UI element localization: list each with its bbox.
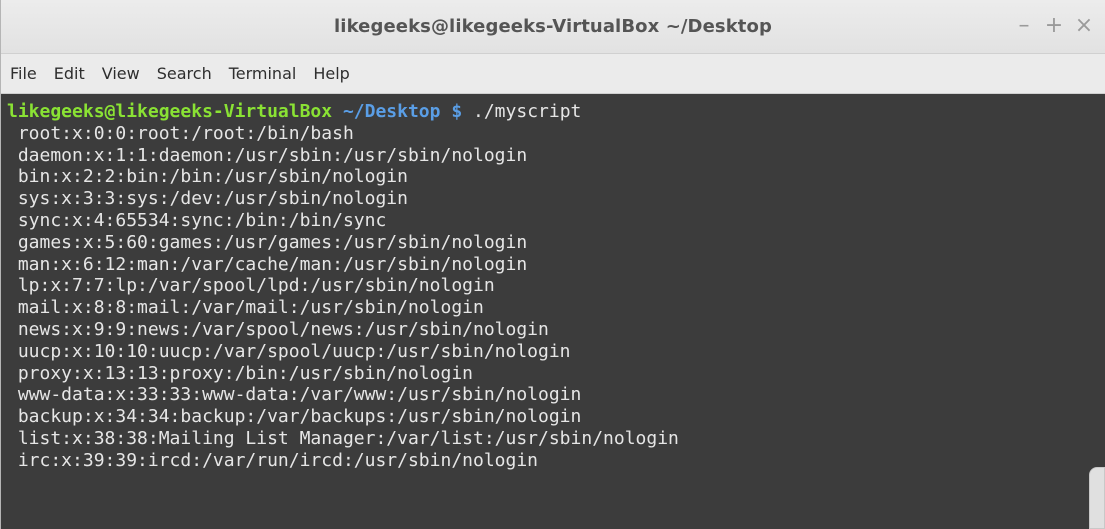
output-line: backup:x:34:34:backup:/var/backups:/usr/… <box>7 406 582 428</box>
prompt-user-host: likegeeks@likegeeks-VirtualBox <box>7 101 333 122</box>
menu-view[interactable]: View <box>102 64 140 83</box>
output-line: root:x:0:0:root:/root:/bin/bash <box>7 122 354 144</box>
close-button[interactable]: × <box>1071 10 1097 40</box>
terminal-window: likegeeks@likegeeks-VirtualBox ~/Desktop… <box>0 0 1105 529</box>
prompt-command: ./myscript <box>462 101 582 122</box>
menu-bar: File Edit View Search Terminal Help <box>1 54 1105 94</box>
output-line: proxy:x:13:13:proxy:/bin:/usr/sbin/nolog… <box>7 362 473 384</box>
output-line: sys:x:3:3:sys:/dev:/usr/sbin/nologin <box>7 188 408 210</box>
maximize-button[interactable]: + <box>1041 10 1067 40</box>
output-line: irc:x:39:39:ircd:/var/run/ircd:/usr/sbin… <box>7 449 539 471</box>
menu-file[interactable]: File <box>10 64 37 83</box>
output-line: uucp:x:10:10:uucp:/var/spool/uucp:/usr/s… <box>7 340 571 362</box>
scrollbar-handle[interactable] <box>1089 467 1105 529</box>
output-line: news:x:9:9:news:/var/spool/news:/usr/sbi… <box>7 318 549 340</box>
output-line: lp:x:7:7:lp:/var/spool/lpd:/usr/sbin/nol… <box>7 275 495 297</box>
prompt-path: ~/Desktop <box>332 101 441 122</box>
menu-search[interactable]: Search <box>157 64 212 83</box>
window-title: likegeeks@likegeeks-VirtualBox ~/Desktop <box>334 16 772 37</box>
window-controls: – + × <box>1011 10 1097 40</box>
prompt-symbol: $ <box>440 101 463 122</box>
output-line: list:x:38:38:Mailing List Manager:/var/l… <box>7 427 679 449</box>
menu-terminal[interactable]: Terminal <box>229 64 297 83</box>
title-bar[interactable]: likegeeks@likegeeks-VirtualBox ~/Desktop… <box>1 0 1105 54</box>
menu-edit[interactable]: Edit <box>54 64 85 83</box>
minimize-button[interactable]: – <box>1011 10 1037 40</box>
output-line: games:x:5:60:games:/usr/games:/usr/sbin/… <box>7 231 528 253</box>
output-line: man:x:6:12:man:/var/cache/man:/usr/sbin/… <box>7 253 528 275</box>
terminal-output-area[interactable]: likegeeks@likegeeks-VirtualBox ~/Desktop… <box>1 95 1105 529</box>
output-line: sync:x:4:65534:sync:/bin:/bin/sync <box>7 209 387 231</box>
menu-help[interactable]: Help <box>313 64 349 83</box>
output-line: daemon:x:1:1:daemon:/usr/sbin:/usr/sbin/… <box>7 144 528 166</box>
output-line: www-data:x:33:33:www-data:/var/www:/usr/… <box>7 384 582 406</box>
output-line: mail:x:8:8:mail:/var/mail:/usr/sbin/nolo… <box>7 297 484 319</box>
prompt-line: likegeeks@likegeeks-VirtualBox ~/Desktop… <box>7 101 1105 123</box>
output-line: bin:x:2:2:bin:/bin:/usr/sbin/nologin <box>7 166 408 188</box>
